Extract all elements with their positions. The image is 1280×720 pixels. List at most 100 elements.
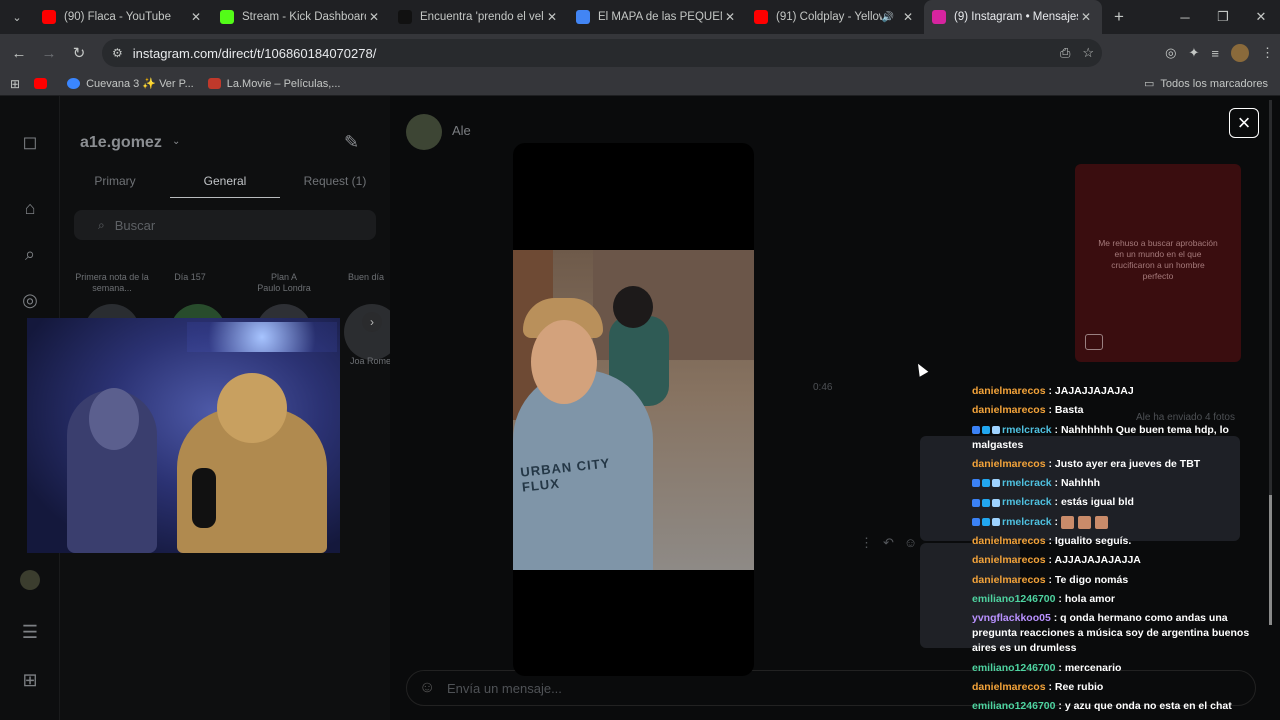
chat-username[interactable]: yvngflackkoo05 xyxy=(972,612,1051,624)
chat-badge-icon xyxy=(972,518,980,526)
tab-primary[interactable]: Primary xyxy=(60,166,170,198)
apps-grid-icon[interactable]: ⊞ xyxy=(10,77,20,91)
bookmark-label: La.Movie – Películas,... xyxy=(226,77,341,90)
chat-username[interactable]: rmelcrack xyxy=(1002,516,1052,528)
tab-title: Stream - Kick Dashboard xyxy=(242,11,366,23)
chat-username[interactable]: danielmarecos xyxy=(972,458,1046,470)
reply-icon[interactable]: ↶ xyxy=(883,535,894,551)
shared-reel-card[interactable]: Me rehuso a buscar aprobación en un mund… xyxy=(1075,164,1241,362)
chat-text: Justo ayer era jueves de TBT xyxy=(1054,457,1201,470)
instagram-logo-icon[interactable]: ◻ xyxy=(18,130,42,154)
browser-tab[interactable]: (9) Instagram • Mensajes ✕ xyxy=(924,0,1102,34)
back-icon[interactable]: ← xyxy=(4,45,34,62)
chat-text: y azu que onda no esta en el chat xyxy=(1064,700,1232,713)
profile-avatar[interactable] xyxy=(1231,44,1249,62)
close-tab-icon[interactable]: ✕ xyxy=(188,10,204,24)
chat-badge-icon xyxy=(972,425,980,434)
bookmark-youtube[interactable] xyxy=(34,78,53,89)
site-info-icon[interactable]: ⚙ xyxy=(112,46,123,60)
install-app-icon[interactable]: ⎙ xyxy=(1060,45,1070,61)
chat-badge-icon xyxy=(992,498,1000,507)
chat-username[interactable]: rmelcrack xyxy=(1002,477,1052,489)
tab-title: (91) Coldplay - Yellow xyxy=(776,11,882,23)
close-tab-icon[interactable]: ✕ xyxy=(366,10,382,24)
browser-tab[interactable]: Stream - Kick Dashboard ✕ xyxy=(212,0,390,34)
contact-avatar[interactable] xyxy=(406,114,442,150)
media-control-icon[interactable]: ≡ xyxy=(1211,46,1219,61)
chat-text: Igualito seguís. xyxy=(1054,535,1132,548)
reload-icon[interactable]: ↻ xyxy=(64,44,94,62)
new-tab-button[interactable]: + xyxy=(1106,7,1132,27)
bookmark-star-icon[interactable]: ☆ xyxy=(1082,45,1094,61)
incognito-icon[interactable]: ◎ xyxy=(1165,45,1176,61)
chat-username[interactable]: danielmarecos xyxy=(972,385,1046,397)
tab-title: Encuentra 'prendo el velad xyxy=(420,11,544,23)
chat-username[interactable]: emiliano1246700 xyxy=(972,700,1055,712)
chat-username[interactable]: danielmarecos xyxy=(972,681,1046,693)
chat-emote-icon xyxy=(1077,515,1091,529)
tab-general[interactable]: General xyxy=(170,166,280,198)
page-scrollbar[interactable] xyxy=(1269,100,1272,625)
chat-text: hola amor xyxy=(1064,592,1116,605)
contact-name[interactable]: Ale xyxy=(452,123,471,138)
browser-tab[interactable]: Encuentra 'prendo el velad ✕ xyxy=(390,0,568,34)
all-bookmarks[interactable]: ▭ Todos los marcadores xyxy=(1144,77,1268,91)
audio-playing-icon[interactable]: 🔊 xyxy=(882,12,894,23)
search-input[interactable]: ⌕ Buscar xyxy=(74,210,376,240)
react-icon[interactable]: ☺ xyxy=(904,535,917,551)
bookmark-lamovie[interactable]: La.Movie – Películas,... xyxy=(207,77,341,90)
explore-icon[interactable]: ◎ xyxy=(18,288,42,312)
all-bookmarks-label: Todos los marcadores xyxy=(1160,77,1268,90)
chat-username[interactable]: danielmarecos xyxy=(972,574,1046,586)
browser-tab[interactable]: (90) Flaca - YouTube ✕ xyxy=(34,0,212,34)
minimize-icon[interactable]: ─ xyxy=(1166,0,1204,34)
close-tab-icon[interactable]: ✕ xyxy=(1078,10,1094,24)
extensions-icon[interactable]: ✦ xyxy=(1189,45,1200,61)
toolbar-actions: ◎ ✦ ≡ ⋮ xyxy=(1165,34,1274,72)
tab-requests[interactable]: Request (1) xyxy=(280,166,390,198)
chat-badge-icon xyxy=(972,479,980,488)
microphone xyxy=(192,468,216,528)
more-menu-icon[interactable]: ☰ xyxy=(18,620,42,644)
browser-tab[interactable]: El MAPA de las PEQUEÑAS✕ xyxy=(568,0,746,34)
close-tab-icon[interactable]: ✕ xyxy=(900,10,916,24)
chat-username[interactable]: rmelcrack xyxy=(1002,424,1052,436)
maximize-icon[interactable]: ❐ xyxy=(1204,0,1242,34)
close-tab-icon[interactable]: ✕ xyxy=(544,10,560,24)
chevron-down-icon[interactable]: ⌄ xyxy=(172,136,180,147)
threads-icon[interactable]: ⊞ xyxy=(18,668,42,692)
menu-kebab-icon[interactable]: ⋮ xyxy=(1261,45,1274,61)
address-bar[interactable]: ⚙ instagram.com/direct/t/106860184070278… xyxy=(102,39,1102,67)
chat-message: danielmarecos : Ree rubio xyxy=(972,680,1272,695)
boy-head xyxy=(531,320,597,404)
chat-message: emiliano1246700 : hola amor xyxy=(972,592,1272,607)
chat-username[interactable]: danielmarecos xyxy=(972,554,1046,566)
chat-separator: : xyxy=(1055,661,1065,674)
close-tab-icon[interactable]: ✕ xyxy=(722,10,738,24)
browser-tab[interactable]: (91) Coldplay - Yellow 🔊 ✕ xyxy=(746,0,924,34)
close-viewer-button[interactable]: × xyxy=(1229,108,1259,138)
account-name[interactable]: a1e.gomez xyxy=(80,134,162,152)
notes-next-icon[interactable]: › xyxy=(362,312,382,332)
url-text: instagram.com/direct/t/106860184070278/ xyxy=(132,45,377,61)
browser-toolbar: ← → ↻ ⚙ instagram.com/direct/t/106860184… xyxy=(0,34,1280,72)
profile-avatar[interactable] xyxy=(18,568,42,592)
home-icon[interactable]: ⌂ xyxy=(18,196,42,220)
chat-username[interactable]: danielmarecos xyxy=(972,535,1046,547)
bookmark-cuevana[interactable]: Cuevana 3 ✨ Ver P... xyxy=(67,77,194,90)
search-icon[interactable]: ⌕ xyxy=(18,242,42,266)
more-options-icon[interactable]: ⋮ xyxy=(860,535,873,551)
compose-icon[interactable]: ✎ xyxy=(344,132,359,153)
chat-separator: : xyxy=(1051,496,1061,509)
tab-search-chevron-icon[interactable]: ⌄ xyxy=(0,0,34,34)
chat-username[interactable]: emiliano1246700 xyxy=(972,662,1055,674)
chat-username[interactable]: danielmarecos xyxy=(972,404,1046,416)
close-window-icon[interactable]: ✕ xyxy=(1242,0,1280,34)
scrollbar-thumb[interactable] xyxy=(1269,495,1272,625)
youtube-icon xyxy=(754,10,768,24)
chat-text: Nahhhh xyxy=(1060,477,1101,490)
forward-icon[interactable]: → xyxy=(34,45,64,62)
emoji-icon[interactable]: ☺ xyxy=(419,679,435,697)
chat-username[interactable]: emiliano1246700 xyxy=(972,593,1055,605)
chat-username[interactable]: rmelcrack xyxy=(1002,496,1052,508)
